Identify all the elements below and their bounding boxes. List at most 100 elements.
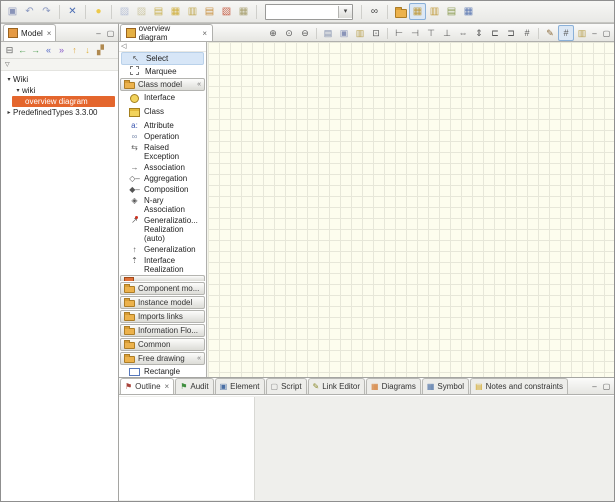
pencil-mode-icon[interactable]: ✎ bbox=[542, 25, 558, 41]
export-image-icon[interactable]: ▥ bbox=[352, 25, 368, 41]
diagram-canvas[interactable] bbox=[207, 42, 614, 377]
tab-diagrams[interactable]: ▦Diagrams bbox=[366, 378, 421, 394]
same-width-icon[interactable]: ⊏ bbox=[487, 25, 503, 41]
align-top-icon[interactable]: ⊤ bbox=[423, 25, 439, 41]
combo-dropdown-icon[interactable]: ▾ bbox=[338, 6, 352, 18]
palette-collapse-icon[interactable]: ◁ bbox=[119, 43, 206, 52]
create-class-icon[interactable]: ▦ bbox=[167, 3, 184, 20]
maximize-icon[interactable]: ▢ bbox=[602, 29, 611, 38]
tree-expand-icon[interactable]: ▾ bbox=[5, 76, 13, 83]
perspective-model-icon[interactable]: ▥ bbox=[426, 3, 443, 20]
generalization-realization-auto-tool[interactable]: ↗Generalizatio... Realization (auto) bbox=[119, 215, 206, 244]
delete-element-icon[interactable]: ▧ bbox=[218, 3, 235, 20]
close-editor-tab-icon[interactable]: × bbox=[202, 29, 207, 38]
create-interface-icon[interactable]: ▥ bbox=[184, 3, 201, 20]
tree-expand-icon[interactable]: ▸ bbox=[5, 109, 13, 116]
section-common[interactable]: Common bbox=[120, 338, 205, 351]
marquee-tool[interactable]: Marquee bbox=[121, 65, 204, 77]
perspective-diagram-icon[interactable]: ▦ bbox=[409, 3, 426, 20]
close-model-view-icon[interactable]: × bbox=[47, 29, 52, 38]
tree-expand-icon[interactable]: ▾ bbox=[14, 87, 22, 94]
move-up-icon[interactable]: ↑ bbox=[68, 44, 81, 57]
print-icon[interactable]: ▤ bbox=[320, 25, 336, 41]
close-tab-icon[interactable]: × bbox=[165, 382, 170, 391]
zoom-out-icon[interactable]: ⊖ bbox=[297, 25, 313, 41]
create-package-icon[interactable]: ▤ bbox=[150, 3, 167, 20]
save-icon[interactable]: ▣ bbox=[4, 3, 21, 20]
tree-item-wiki[interactable]: ▾wiki bbox=[1, 85, 118, 96]
zoom-reset-icon[interactable]: ⊙ bbox=[281, 25, 297, 41]
section-instance-model[interactable]: Instance model bbox=[120, 296, 205, 309]
tab-link-editor[interactable]: ✎Link Editor bbox=[308, 378, 366, 394]
tree-item-predefinedtypes-3-3-00[interactable]: ▸PredefinedTypes 3.3.00 bbox=[1, 107, 118, 118]
paste-element-icon[interactable]: ▨ bbox=[116, 3, 133, 20]
save-diagram-icon[interactable]: ▣ bbox=[336, 25, 352, 41]
previous-reference-icon[interactable]: « bbox=[42, 44, 55, 57]
minimize-icon[interactable]: – bbox=[590, 29, 599, 38]
composition-tool[interactable]: ◆–Composition bbox=[119, 184, 206, 195]
aggregation-tool[interactable]: ◇–Aggregation bbox=[119, 173, 206, 184]
tab-audit[interactable]: ⚑Audit bbox=[175, 378, 213, 394]
section-component-model[interactable]: Component mo... bbox=[120, 282, 205, 295]
maximize-icon[interactable]: ▢ bbox=[106, 29, 115, 38]
tab-outline[interactable]: ⚑Outline× bbox=[120, 378, 174, 394]
association-tool[interactable]: →Association bbox=[119, 162, 206, 173]
tree-item-overview-diagram[interactable]: overview diagram bbox=[12, 96, 115, 107]
navigate-forward-icon[interactable]: → bbox=[29, 44, 42, 57]
move-down-icon[interactable]: ↓ bbox=[81, 44, 94, 57]
same-height-icon[interactable]: ⊐ bbox=[503, 25, 519, 41]
tab-symbol[interactable]: ▦Symbol bbox=[422, 378, 469, 394]
align-left-icon[interactable]: ⊢ bbox=[391, 25, 407, 41]
minimize-icon[interactable]: – bbox=[94, 29, 103, 38]
snap-to-grid-icon[interactable]: # bbox=[558, 25, 574, 41]
raised-exception-tool[interactable]: ⇆Raised Exception bbox=[119, 142, 206, 162]
select-tool[interactable]: ↖Select bbox=[121, 52, 204, 65]
tab-notes-and-constraints[interactable]: ▤Notes and constraints bbox=[470, 378, 568, 394]
pin-view-icon[interactable]: ▞ bbox=[94, 44, 107, 57]
interface-tool[interactable]: Interface bbox=[119, 92, 206, 106]
align-bottom-icon[interactable]: ⊥ bbox=[439, 25, 455, 41]
model-view-tab[interactable]: Model × bbox=[3, 24, 56, 41]
collapse-all-icon[interactable]: ⊟ bbox=[3, 44, 16, 57]
distribute-horizontal-icon[interactable]: ⇔ bbox=[455, 25, 471, 41]
tab-script[interactable]: ▢Script bbox=[266, 378, 307, 394]
next-reference-icon[interactable]: » bbox=[55, 44, 68, 57]
fit-to-window-icon[interactable]: ⊡ bbox=[368, 25, 384, 41]
page-breaks-icon[interactable]: ▥ bbox=[574, 25, 590, 41]
minimize-icon[interactable]: – bbox=[590, 382, 599, 391]
section-information-flows[interactable]: Information Flo... bbox=[120, 324, 205, 337]
perspective-development-icon[interactable]: ▤ bbox=[443, 3, 460, 20]
align-right-icon[interactable]: ⊣ bbox=[407, 25, 423, 41]
undo-icon[interactable]: ↶ bbox=[21, 3, 38, 20]
redo-icon[interactable]: ↷ bbox=[38, 3, 55, 20]
open-perspective-icon[interactable] bbox=[392, 3, 409, 20]
tree-item-wiki[interactable]: ▾Wiki bbox=[1, 74, 118, 85]
quick-search-combo[interactable]: ▾ bbox=[265, 4, 353, 20]
view-menu-icon[interactable]: ▽ bbox=[5, 61, 10, 68]
attribute-tool[interactable]: a:Attribute bbox=[119, 120, 206, 131]
tab-element[interactable]: ▣Element bbox=[215, 378, 265, 394]
navigate-back-icon[interactable]: ← bbox=[16, 44, 29, 57]
tips-icon[interactable]: ● bbox=[90, 3, 107, 20]
copy-element-icon[interactable]: ▨ bbox=[133, 3, 150, 20]
maximize-icon[interactable]: ▢ bbox=[602, 382, 611, 391]
perspective-analyst-icon[interactable]: ▦ bbox=[460, 3, 477, 20]
section-collapse-icon[interactable]: « bbox=[197, 81, 201, 88]
nary-association-tool[interactable]: ◈N-ary Association bbox=[119, 195, 206, 215]
section-collapse-icon[interactable]: « bbox=[197, 355, 201, 362]
class-tool[interactable]: Class bbox=[119, 106, 206, 120]
rectangle-tool[interactable]: Rectangle bbox=[119, 366, 206, 377]
section-class-model[interactable]: Class model« bbox=[120, 78, 205, 91]
show-grid-icon[interactable]: # bbox=[519, 25, 535, 41]
search-icon[interactable]: ∞ bbox=[366, 3, 383, 20]
section-imports-links[interactable]: Imports links bbox=[120, 310, 205, 323]
zoom-in-icon[interactable]: ⊕ bbox=[265, 25, 281, 41]
operation-tool[interactable]: ∞Operation bbox=[119, 131, 206, 142]
generalization-tool[interactable]: ↑Generalization bbox=[119, 244, 206, 255]
create-datatype-icon[interactable]: ▤ bbox=[201, 3, 218, 20]
distribute-vertical-icon[interactable]: ⇕ bbox=[471, 25, 487, 41]
create-diagram-icon[interactable]: ▦ bbox=[235, 3, 252, 20]
configuration-icon[interactable]: ✕ bbox=[64, 3, 81, 20]
section-free-drawing[interactable]: Free drawing« bbox=[120, 352, 205, 365]
editor-tab-overview-diagram[interactable]: overview diagram × bbox=[120, 24, 213, 41]
